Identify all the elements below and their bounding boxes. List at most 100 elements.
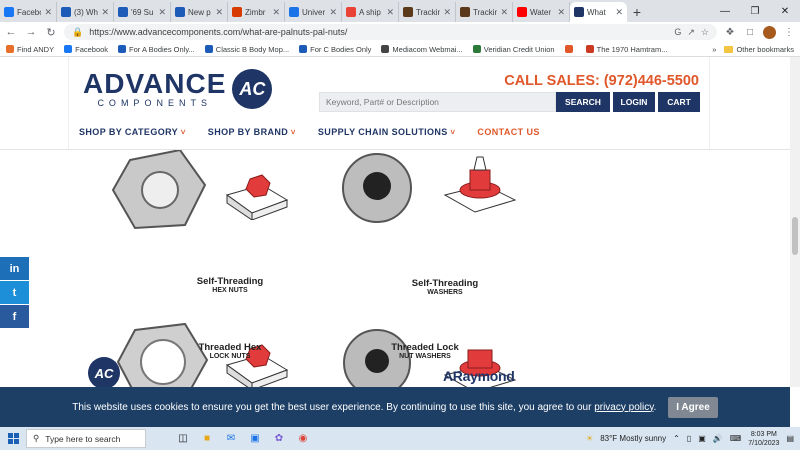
privacy-policy-link[interactable]: privacy policy	[594, 402, 653, 413]
share-icon[interactable]: ↗	[687, 27, 695, 38]
search-input[interactable]: Keyword, Part# or Description	[319, 92, 556, 112]
address-bar[interactable]: 🔒 https://www.advancecomponents.com/what…	[64, 24, 717, 40]
weather-icon[interactable]: ☀	[586, 434, 593, 443]
menu-item[interactable]: SUPPLY CHAIN SOLUTIONS ˅	[318, 127, 456, 137]
product-label-3-sub: LOCK NUTS	[209, 353, 251, 360]
tab-close-icon[interactable]: ✕	[329, 7, 337, 18]
browser-tab[interactable]: Facebo ✕	[0, 2, 57, 22]
browser-tab[interactable]: Univer ✕	[285, 2, 342, 22]
chrome-icon[interactable]: ◉	[296, 432, 310, 446]
lock-icon[interactable]: 🔒	[72, 27, 83, 38]
tab-close-icon[interactable]: ✕	[272, 7, 280, 18]
clock[interactable]: 8:03 PM 7/10/2023	[748, 430, 779, 448]
bookmark-item[interactable]: Veridian Credit Union	[472, 44, 555, 54]
task-view-icon[interactable]: ◫	[176, 432, 190, 446]
browser-tab[interactable]: '69 Su ✕	[114, 2, 171, 22]
weather-text[interactable]: 83°F Mostly sunny	[600, 434, 666, 443]
product-label-1-title: Self-Threading	[196, 276, 264, 287]
google-icon[interactable]: G	[674, 27, 681, 37]
site-header: ADVANCE COMPONENTS AC CALL SALES: (972)4…	[68, 57, 710, 149]
browser-tab[interactable]: (3) Wh ✕	[57, 2, 114, 22]
bookmark-label: Veridian Credit Union	[483, 44, 555, 54]
product-label-3: Threaded Hex LOCK NUTS	[185, 342, 275, 360]
bookmark-label: For C Bodies Only	[310, 44, 372, 54]
taskbar-search[interactable]: ⚲ Type here to search	[26, 429, 146, 448]
bookmark-label: Facebook	[75, 44, 109, 54]
profile-avatar[interactable]	[763, 25, 776, 39]
tab-close-icon[interactable]: ✕	[44, 7, 52, 18]
bookmark-item[interactable]	[564, 45, 576, 53]
bookmark-item[interactable]: Mediacom Webmai...	[381, 45, 463, 54]
bookmark-item[interactable]: Classic B Body Mop...	[204, 45, 289, 54]
menu-item-label: SHOP BY BRAND	[207, 127, 289, 137]
bookmark-item[interactable]: Facebook	[64, 45, 108, 54]
restore-icon[interactable]: ❐	[740, 0, 770, 22]
menu-item-label: SHOP BY CATEGORY	[79, 127, 179, 137]
menu-item[interactable]: CONTACT US	[477, 127, 539, 137]
volume-icon[interactable]: 🔊	[713, 434, 723, 443]
tab-close-icon[interactable]: ✕	[386, 7, 394, 18]
browser-tab[interactable]: New p ✕	[171, 2, 228, 22]
menu-dots-icon[interactable]: ⋮	[782, 27, 796, 38]
browser-tab[interactable]: What ✕	[570, 2, 627, 22]
side-panel-icon[interactable]: □	[743, 27, 757, 38]
tab-close-icon[interactable]: ✕	[500, 7, 508, 18]
social-share-bar: in t f	[0, 257, 29, 329]
notifications-icon[interactable]: ▤	[786, 434, 794, 443]
search-button[interactable]: SEARCH	[556, 92, 610, 112]
login-button[interactable]: LOGIN	[613, 92, 655, 112]
extensions-icon[interactable]: ❖	[723, 27, 737, 38]
back-icon[interactable]: ←	[4, 25, 18, 39]
call-sales[interactable]: CALL SALES: (972)446-5500	[504, 73, 699, 89]
keyboard-icon[interactable]: ⌨	[730, 434, 742, 443]
tab-close-icon[interactable]: ✕	[443, 7, 451, 18]
bookmark-favicon-icon	[381, 45, 390, 53]
system-tray: ☀ 83°F Mostly sunny ⌃ ▯ ▣ 🔊 ⌨ 8:03 PM 7/…	[586, 430, 800, 448]
cart-button[interactable]: CART	[658, 92, 700, 112]
tray-chevron-icon[interactable]: ⌃	[673, 434, 680, 443]
tab-close-icon[interactable]: ✕	[101, 7, 109, 18]
linkedin-icon[interactable]: in	[0, 257, 29, 280]
twitter-icon[interactable]: t	[0, 281, 29, 304]
menu-item[interactable]: SHOP BY CATEGORY ˅	[79, 127, 186, 137]
page-scrollbar[interactable]	[790, 57, 800, 387]
tab-close-icon[interactable]: ✕	[158, 7, 166, 18]
start-button[interactable]	[0, 433, 26, 444]
bookmark-favicon-icon	[204, 45, 213, 53]
bookmark-item[interactable]: The 1970 Hamtram...	[585, 45, 667, 54]
network-icon[interactable]: ▣	[698, 434, 706, 443]
app-icon[interactable]: ✿	[272, 432, 286, 446]
browser-tab[interactable]: Trackin ✕	[399, 2, 456, 22]
scrollbar-thumb[interactable]	[792, 217, 798, 255]
forward-icon[interactable]: →	[24, 25, 38, 39]
store-icon[interactable]: ▣	[248, 432, 262, 446]
browser-tab[interactable]: Zimbr ✕	[228, 2, 285, 22]
browser-tab[interactable]: Water ✕	[513, 2, 570, 22]
browser-tab[interactable]: Trackin ✕	[456, 2, 513, 22]
new-tab-button[interactable]: +	[627, 2, 647, 22]
other-bookmarks[interactable]: Other bookmarks	[724, 45, 794, 54]
mail-icon[interactable]: ✉	[224, 432, 238, 446]
site-logo[interactable]: ADVANCE COMPONENTS AC	[83, 69, 273, 109]
agree-button[interactable]: I Agree	[668, 396, 718, 418]
close-window-icon[interactable]: ✕	[770, 0, 800, 22]
url-text[interactable]: https://www.advancecomponents.com/what-a…	[89, 27, 668, 37]
chevron-down-icon: ˅	[178, 128, 186, 137]
product-label-2-title: Self-Threading	[411, 278, 479, 289]
file-explorer-icon[interactable]: ■	[200, 432, 214, 446]
bookmark-star-icon[interactable]: ☆	[701, 27, 709, 38]
bookmark-item[interactable]: For C Bodies Only	[299, 45, 371, 54]
bookmark-item[interactable]: For A Bodies Only...	[118, 45, 195, 54]
tab-close-icon[interactable]: ✕	[215, 7, 223, 18]
bookmark-item[interactable]: Find ANDY	[6, 45, 54, 54]
clock-date: 7/10/2023	[748, 439, 780, 447]
browser-tab[interactable]: A ship ✕	[342, 2, 399, 22]
tab-close-icon[interactable]: ✕	[557, 7, 565, 18]
minimize-icon[interactable]: —	[710, 0, 740, 22]
menu-item[interactable]: SHOP BY BRAND ˅	[208, 127, 296, 137]
battery-icon[interactable]: ▯	[687, 434, 691, 443]
more-bookmarks-icon[interactable]: »	[712, 45, 716, 54]
reload-icon[interactable]: ↻	[44, 25, 58, 39]
tab-close-icon[interactable]: ✕	[615, 7, 623, 18]
facebook-share-icon[interactable]: f	[0, 305, 29, 328]
